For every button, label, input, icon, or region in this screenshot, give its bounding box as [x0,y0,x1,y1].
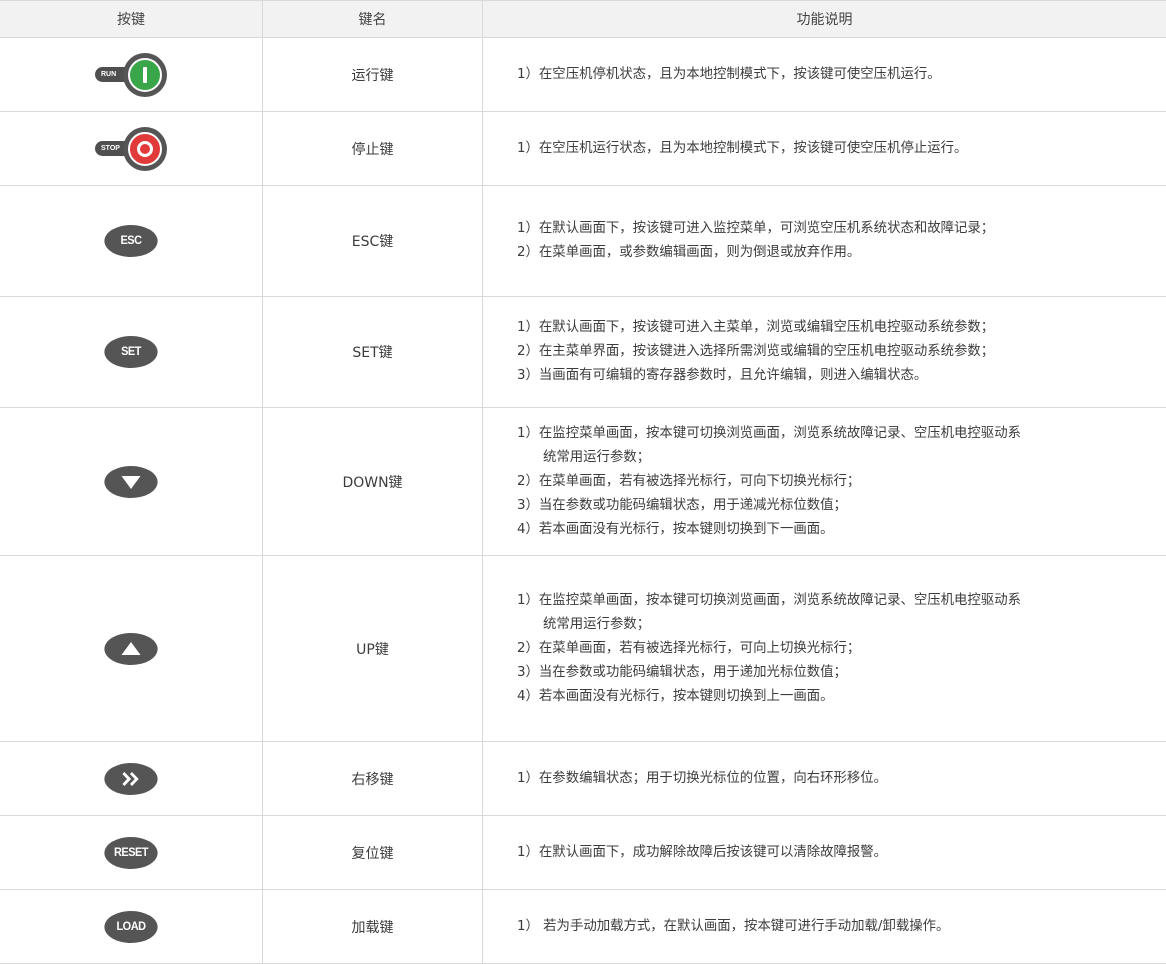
key-name: SET键 [263,297,483,407]
key-label: ESC [120,235,142,247]
key-name: 运行键 [263,38,483,111]
key-label: SET [121,346,141,358]
key-label: LOAD [116,920,146,933]
description-line: 4）若本画面没有光标行，按本键则切换到上一画面。 [517,688,834,704]
description-line: 统常用运行参数； [543,616,651,632]
description-line: 统常用运行参数； [543,449,651,465]
key-icon-cell: LOAD [0,890,263,963]
key-name: 右移键 [263,742,483,815]
key-icon-cell: RUN [0,38,263,111]
function-description-cell: 1）在默认画面下，成功解除故障后按该键可以清除故障报警。 [483,816,1166,889]
up-arrow-key-icon [104,632,158,665]
function-description-cell: 1）在监控菜单画面，按本键可切换浏览画面，浏览系统故障记录、空压机电控驱动系统常… [483,556,1166,741]
description-line: 1）在默认画面下，按该键可进入监控菜单，可浏览空压机系统状态和故障记录； [517,221,995,236]
description-line: 1）在默认画面下，成功解除故障后按该键可以清除故障报警。 [517,844,888,860]
description-line: 1）在空压机停机状态，且为本地控制模式下，按该键可使空压机运行。 [517,66,941,82]
load-key-icon: LOAD [104,910,158,943]
key-label: RESET [113,846,149,859]
function-description-cell: 1）在空压机停机状态，且为本地控制模式下，按该键可使空压机运行。 [483,38,1166,111]
table-row: RUN 运行键 1）在空压机停机状态，且为本地控制模式下，按该键可使空压机运行。 [0,38,1166,112]
function-description-cell: 1）在空压机运行状态，且为本地控制模式下，按该键可使空压机停止运行。 [483,112,1166,185]
description-line: 4）若本画面没有光标行，按本键则切换到下一画面。 [517,521,834,537]
function-description-cell: 1）在参数编辑状态；用于切换光标位的位置，向右环形移位。 [483,742,1166,815]
description-line: 1）在参数编辑状态；用于切换光标位的位置，向右环形移位。 [517,770,888,786]
description-line: 3）当画面有可编辑的寄存器参数时，且允许编辑，则进入编辑状态。 [517,368,928,383]
set-key-icon: SET [104,336,158,368]
reset-key-icon: RESET [104,836,158,869]
key-icon-cell: ESC [0,186,263,296]
key-icon-cell: STOP [0,112,263,185]
stop-key-icon: STOP [95,126,167,171]
description-line: 1） 若为手动加载方式，在默认画面，按本键可进行手动加载/卸载操作。 [517,918,950,934]
function-description-cell: 1） 若为手动加载方式，在默认画面，按本键可进行手动加载/卸载操作。 [483,890,1166,963]
table-row: STOP 停止键 1）在空压机运行状态，且为本地控制模式下，按该键可使空压机停止运行… [0,112,1166,186]
key-name: 加载键 [263,890,483,963]
description-line: 2）在主菜单界面，按该键进入选择所需浏览或编辑的空压机电控驱动系统参数； [517,344,995,359]
description-line: 1）在空压机运行状态，且为本地控制模式下，按该键可使空压机停止运行。 [517,140,968,156]
function-description: 1）在空压机运行状态，且为本地控制模式下，按该键可使空压机停止运行。 [517,137,967,161]
table-row: SET SET键 1）在默认画面下，按该键可进入主菜单，浏览或编辑空压机电控驱动系统… [0,297,1166,408]
table-row: UP键 1）在监控菜单画面，按本键可切换浏览画面，浏览系统故障记录、空压机电控驱动… [0,556,1166,742]
table-header: 按键 键名 功能说明 [0,0,1166,38]
run-key-icon: RUN [95,52,167,97]
function-description: 1） 若为手动加载方式，在默认画面，按本键可进行手动加载/卸载操作。 [517,915,949,939]
function-description-cell: 1）在监控菜单画面，按本键可切换浏览画面，浏览系统故障记录、空压机电控驱动系统常… [483,408,1166,555]
shift-right-key-icon [104,762,158,795]
function-description-cell: 1）在默认画面下，按该键可进入监控菜单，可浏览空压机系统状态和故障记录； 2）在菜… [483,186,1166,296]
function-description: 1）在参数编辑状态；用于切换光标位的位置，向右环形移位。 [517,767,887,791]
key-name: UP键 [263,556,483,741]
table-row: LOAD 加载键 1） 若为手动加载方式，在默认画面，按本键可进行手动加载/卸载操作… [0,890,1166,964]
table-row: 右移键 1）在参数编辑状态；用于切换光标位的位置，向右环形移位。 [0,742,1166,816]
description-line: 3）当在参数或功能码编辑状态，用于递加光标位数值； [517,664,847,680]
key-name: ESC键 [263,186,483,296]
description-line: 1）在监控菜单画面，按本键可切换浏览画面，浏览系统故障记录、空压机电控驱动系 [517,425,1021,441]
function-description: 1）在监控菜单画面，按本键可切换浏览画面，浏览系统故障记录、空压机电控驱动系统常… [517,589,1021,709]
function-description: 1）在默认画面下，按该键可进入监控菜单，可浏览空压机系统状态和故障记录； 2）在菜… [517,217,994,265]
description-line: 2）在菜单画面，若有被选择光标行，可向上切换光标行； [517,640,861,656]
function-description: 1）在默认画面下，成功解除故障后按该键可以清除故障报警。 [517,841,887,865]
description-line: 2）在菜单画面，或参数编辑画面，则为倒退或放弃作用。 [517,245,861,260]
key-function-table: 按键 键名 功能说明 RUN 运行键 1）在空压机停机状态，且为本地控制模式下，按该… [0,0,1166,964]
table-row: DOWN键 1）在监控菜单画面，按本键可切换浏览画面，浏览系统故障记录、空压机电控… [0,408,1166,556]
function-description: 1）在监控菜单画面，按本键可切换浏览画面，浏览系统故障记录、空压机电控驱动系统常… [517,422,1021,542]
function-description: 1）在空压机停机状态，且为本地控制模式下，按该键可使空压机运行。 [517,63,941,87]
header-key-name: 键名 [263,1,483,37]
description-line: 1）在监控菜单画面，按本键可切换浏览画面，浏览系统故障记录、空压机电控驱动系 [517,592,1021,608]
description-line: 2）在菜单画面，若有被选择光标行，可向下切换光标行； [517,473,861,489]
table-row: ESC ESC键 1）在默认画面下，按该键可进入监控菜单，可浏览空压机系统状态和故障… [0,186,1166,297]
key-name: 停止键 [263,112,483,185]
function-description: 1）在默认画面下，按该键可进入主菜单，浏览或编辑空压机电控驱动系统参数； 2）在主… [517,316,994,388]
key-icon-cell [0,556,263,741]
key-name: 复位键 [263,816,483,889]
header-key: 按键 [0,1,263,37]
header-function: 功能说明 [796,12,853,28]
key-name: DOWN键 [263,408,483,555]
esc-key-icon: ESC [104,225,158,257]
key-icon-cell: RESET [0,816,263,889]
description-line: 3）当在参数或功能码编辑状态，用于递减光标位数值； [517,497,847,513]
key-icon-cell [0,408,263,555]
down-arrow-key-icon [104,465,158,498]
key-icon-cell [0,742,263,815]
description-line: 1）在默认画面下，按该键可进入主菜单，浏览或编辑空压机电控驱动系统参数； [517,320,995,335]
table-row: RESET 复位键 1）在默认画面下，成功解除故障后按该键可以清除故障报警。 [0,816,1166,890]
key-icon-cell: SET [0,297,263,407]
function-description-cell: 1）在默认画面下，按该键可进入主菜单，浏览或编辑空压机电控驱动系统参数； 2）在主… [483,297,1166,407]
